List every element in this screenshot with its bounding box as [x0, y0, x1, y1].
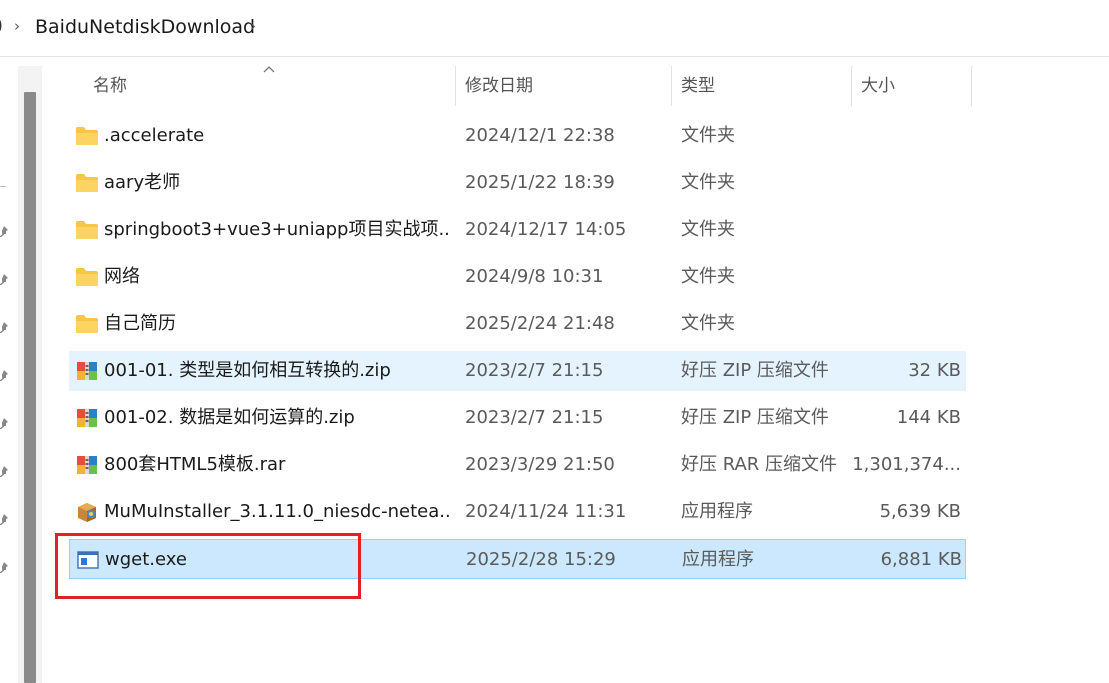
- pin-icon: [0, 562, 8, 573]
- file-row[interactable]: MuMuInstaller_3.1.11.0_niesdc-netea... 20…: [69, 492, 966, 532]
- file-date: 2024/12/17 14:05: [465, 219, 627, 240]
- column-header-name[interactable]: 名称: [83, 64, 455, 108]
- column-header: 名称 修改日期 类型 大小: [83, 64, 973, 108]
- pin-icon: [0, 274, 8, 285]
- file-name: springboot3+vue3+uniapp项目实战项...: [104, 219, 449, 240]
- file-type: 好压 ZIP 压缩文件: [681, 407, 829, 428]
- file-date: 2025/1/22 18:39: [465, 172, 615, 193]
- file-size: 144 KB: [896, 407, 961, 428]
- file-name: 001-01. 类型是如何相互转换的.zip: [104, 360, 391, 381]
- column-header-type[interactable]: 类型: [671, 64, 851, 108]
- column-header-size[interactable]: 大小: [851, 64, 971, 108]
- address-edge-glyph: ): [0, 15, 3, 36]
- file-name: 001-02. 数据是如何运算的.zip: [104, 407, 355, 428]
- file-size: 5,639 KB: [879, 501, 961, 522]
- pin-icon: [0, 370, 8, 381]
- file-type: 应用程序: [682, 549, 754, 570]
- address-bar[interactable]: ) › BaiduNetdiskDownload ›: [0, 0, 1109, 57]
- pin-icon: [0, 466, 8, 477]
- file-row[interactable]: .accelerate 2024/12/1 22:38 文件夹: [69, 116, 966, 156]
- file-date: 2023/3/29 21:50: [465, 454, 615, 475]
- column-header-date[interactable]: 修改日期: [455, 64, 671, 108]
- file-date: 2023/2/7 21:15: [465, 360, 604, 381]
- file-type: 文件夹: [681, 172, 735, 193]
- file-size: [851, 304, 961, 344]
- pin-icon: [0, 514, 8, 525]
- pin-icon: [0, 226, 8, 237]
- file-name: 自己简历: [104, 313, 176, 334]
- file-row[interactable]: 001-02. 数据是如何运算的.zip 2023/2/7 21:15 好压 ZIP…: [69, 398, 966, 438]
- file-type: 文件夹: [681, 266, 735, 287]
- file-row[interactable]: 800套HTML5模板.rar 2023/3/29 21:50 好压 RAR 压缩文…: [69, 445, 966, 485]
- file-row[interactable]: 网络 2024/9/8 10:31 文件夹: [69, 257, 966, 297]
- file-name: aary老师: [104, 172, 181, 193]
- file-type: 好压 ZIP 压缩文件: [681, 360, 829, 381]
- file-size: [851, 210, 961, 250]
- file-size: [851, 163, 961, 203]
- column-divider[interactable]: [971, 66, 972, 106]
- file-type: 文件夹: [681, 313, 735, 334]
- file-name: MuMuInstaller_3.1.11.0_niesdc-netea...: [104, 501, 449, 522]
- file-type: 好压 RAR 压缩文件: [681, 454, 838, 475]
- file-name: .accelerate: [104, 125, 205, 146]
- file-date: 2024/12/1 22:38: [465, 125, 615, 146]
- file-size: [851, 257, 961, 297]
- nav-scrollbar-thumb[interactable]: [24, 92, 36, 683]
- file-type: 应用程序: [681, 501, 753, 522]
- file-row[interactable]: 001-01. 类型是如何相互转换的.zip 2023/2/7 21:15 好压 Z…: [69, 351, 966, 391]
- breadcrumb-chevron-icon[interactable]: ›: [250, 17, 256, 35]
- breadcrumb-item[interactable]: BaiduNetdiskDownload: [35, 16, 255, 38]
- pin-icon: [0, 418, 8, 429]
- file-row[interactable]: 自己简历 2025/2/24 21:48 文件夹: [69, 304, 966, 344]
- breadcrumb-chevron-icon[interactable]: ›: [14, 17, 20, 35]
- nav-divider: [0, 186, 6, 187]
- file-size: [851, 116, 961, 156]
- file-size: 32 KB: [908, 360, 961, 381]
- file-size: 6,881 KB: [880, 549, 962, 570]
- file-date: 2023/2/7 21:15: [465, 407, 604, 428]
- file-name: 网络: [104, 266, 140, 287]
- file-date: 2024/9/8 10:31: [465, 266, 604, 287]
- file-row[interactable]: springboot3+vue3+uniapp项目实战项... 2024/12/1…: [69, 210, 966, 250]
- pin-icon: [0, 322, 8, 333]
- file-date: 2025/2/24 21:48: [465, 313, 615, 334]
- file-date: 2025/2/28 15:29: [466, 549, 616, 570]
- file-size: 1,301,374...: [852, 454, 961, 475]
- file-type: 文件夹: [681, 219, 735, 240]
- annotation-highlight-box: [55, 533, 361, 599]
- file-name: 800套HTML5模板.rar: [104, 454, 286, 475]
- file-date: 2024/11/24 11:31: [465, 501, 627, 522]
- file-type: 文件夹: [681, 125, 735, 146]
- file-row[interactable]: aary老师 2025/1/22 18:39 文件夹: [69, 163, 966, 203]
